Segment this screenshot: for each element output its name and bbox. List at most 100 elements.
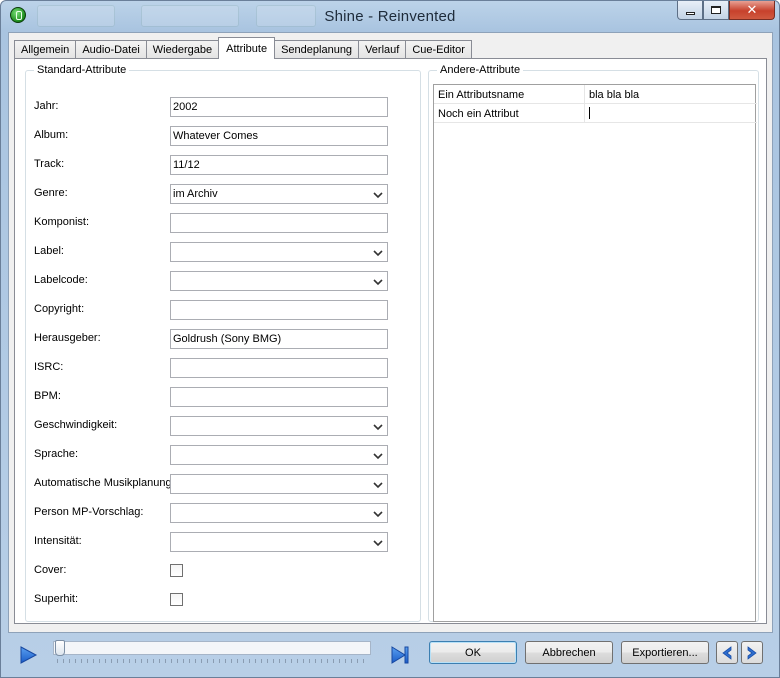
attr-row-isrc: ISRC:	[34, 358, 394, 378]
close-icon: ✕	[746, 2, 758, 17]
jahr-input[interactable]: 2002	[170, 97, 388, 117]
copyright-label: Copyright:	[34, 303, 85, 315]
isrc-input[interactable]	[170, 358, 388, 378]
title-bar[interactable]: Shine - Reinvented ✕	[1, 1, 779, 33]
jahr-value: 2002	[173, 101, 198, 113]
attr-row-person-mp-vorschlag: Person MP-Vorschlag:	[34, 503, 394, 523]
komponist-input[interactable]	[170, 213, 388, 233]
maximize-icon	[711, 6, 721, 14]
chevron-down-icon[interactable]	[372, 450, 384, 462]
attribute-table[interactable]: Ein Attributsname bla bla bla Noch ein Att…	[433, 84, 757, 622]
cover-label: Cover:	[34, 564, 67, 576]
automatische-musikplanung-select[interactable]	[170, 474, 388, 494]
window-controls: ✕	[677, 1, 775, 21]
chevron-down-icon[interactable]	[372, 189, 384, 201]
copyright-input[interactable]	[170, 300, 388, 320]
bottom-bar: OK Abbrechen Exportieren...	[1, 633, 779, 677]
position-slider-thumb[interactable]	[55, 640, 65, 656]
tab-attribute[interactable]: Attribute	[218, 37, 276, 59]
attr-row-geschwindigkeit: Geschwindigkeit:	[34, 416, 394, 436]
next-button[interactable]	[741, 641, 763, 664]
chevron-down-icon[interactable]	[372, 479, 384, 491]
other-attributes-group: Andere-Attribute Ein Attributsname bla bl…	[428, 64, 759, 622]
chevron-down-icon[interactable]	[372, 247, 384, 259]
attr-row-album: Album: Whatever Comes	[34, 126, 394, 146]
attr-row-cover: Cover:	[34, 561, 394, 581]
cover-checkbox[interactable]	[170, 564, 183, 577]
chevron-down-icon[interactable]	[372, 276, 384, 288]
genre-label: Genre:	[34, 187, 68, 199]
chevron-down-icon[interactable]	[372, 421, 384, 433]
herausgeber-label: Herausgeber:	[34, 332, 101, 344]
column-divider	[584, 104, 585, 122]
genre-select[interactable]: im Archiv	[170, 184, 388, 204]
chevron-down-icon[interactable]	[372, 537, 384, 549]
track-label: Track:	[34, 158, 65, 170]
tab-cue-editor[interactable]: Cue-Editor	[405, 40, 472, 59]
person-mp-vorschlag-select[interactable]	[170, 503, 388, 523]
label-label: Label:	[34, 245, 64, 257]
attribute-panel: Standard-Attribute Jahr: 2002 Album: Whatev…	[14, 58, 767, 624]
attribute-name-cell[interactable]: Noch ein Attribut	[438, 108, 519, 120]
genre-value: im Archiv	[173, 188, 218, 200]
skip-to-end-icon[interactable]	[389, 644, 411, 666]
attr-row-herausgeber: Herausgeber: Goldrush (Sony BMG)	[34, 329, 394, 349]
album-label: Album:	[34, 129, 69, 141]
table-row[interactable]: Ein Attributsname bla bla bla	[434, 85, 757, 104]
herausgeber-input[interactable]: Goldrush (Sony BMG)	[170, 329, 388, 349]
cancel-button[interactable]: Abbrechen	[525, 641, 613, 664]
maximize-button[interactable]	[703, 1, 729, 20]
sprache-select[interactable]	[170, 445, 388, 465]
person-mp-vorschlag-label: Person MP-Vorschlag:	[34, 506, 144, 518]
album-input[interactable]: Whatever Comes	[170, 126, 388, 146]
tab-allgemein[interactable]: Allgemein	[14, 40, 77, 59]
arrow-left-icon	[722, 645, 732, 660]
standard-attributes-group: Standard-Attribute Jahr: 2002 Album: Whatev…	[25, 64, 421, 622]
superhit-label: Superhit:	[34, 593, 79, 605]
tab-audio-datei[interactable]: Audio-Datei	[75, 40, 147, 59]
labelcode-select[interactable]	[170, 271, 388, 291]
attr-row-labelcode: Labelcode:	[34, 271, 394, 291]
tab-sendeplanung[interactable]: Sendeplanung	[274, 40, 360, 59]
album-value: Whatever Comes	[173, 130, 258, 142]
attr-row-bpm: BPM:	[34, 387, 394, 407]
dialog-client: Allgemein Audio-Datei Wiedergabe Attribute S…	[8, 32, 773, 633]
standard-attributes-legend: Standard-Attribute	[37, 64, 127, 76]
attr-row-intensitaet: Intensität:	[34, 532, 394, 552]
play-icon[interactable]	[17, 644, 39, 666]
bpm-input[interactable]	[170, 387, 388, 407]
attr-row-sprache: Sprache:	[34, 445, 394, 465]
track-input[interactable]: 11/12	[170, 155, 388, 175]
table-row[interactable]: Noch ein Attribut	[434, 104, 757, 123]
close-button[interactable]: ✕	[729, 1, 775, 20]
intensitaet-select[interactable]	[170, 532, 388, 552]
isrc-label: ISRC:	[34, 361, 64, 373]
ok-button[interactable]: OK	[429, 641, 517, 664]
previous-button[interactable]	[716, 641, 738, 664]
label-select[interactable]	[170, 242, 388, 262]
attr-row-track: Track: 11/12	[34, 155, 394, 175]
attr-row-copyright: Copyright:	[34, 300, 394, 320]
attribute-name-cell[interactable]: Ein Attributsname	[438, 89, 524, 101]
position-slider-track[interactable]	[53, 641, 371, 655]
arrow-right-icon	[747, 645, 757, 660]
export-button[interactable]: Exportieren...	[621, 641, 709, 664]
chevron-down-icon[interactable]	[372, 508, 384, 520]
attr-row-komponist: Komponist:	[34, 213, 394, 233]
attr-row-superhit: Superhit:	[34, 590, 394, 610]
geschwindigkeit-label: Geschwindigkeit:	[34, 419, 118, 431]
track-value: 11/12	[173, 159, 200, 171]
tab-strip: Allgemein Audio-Datei Wiedergabe Attribute S…	[14, 37, 472, 59]
minimize-button[interactable]	[677, 1, 703, 20]
labelcode-label: Labelcode:	[34, 274, 88, 286]
attr-row-label: Label:	[34, 242, 394, 262]
jahr-label: Jahr:	[34, 100, 59, 112]
geschwindigkeit-select[interactable]	[170, 416, 388, 436]
intensitaet-label: Intensität:	[34, 535, 82, 547]
minimize-icon	[685, 11, 695, 15]
attr-row-automatische-musikplanung: Automatische Musikplanung:	[34, 474, 394, 494]
superhit-checkbox[interactable]	[170, 593, 183, 606]
tab-wiedergabe[interactable]: Wiedergabe	[145, 40, 220, 59]
attribute-value-cell[interactable]: bla bla bla	[589, 89, 639, 101]
tab-verlauf[interactable]: Verlauf	[358, 40, 407, 59]
